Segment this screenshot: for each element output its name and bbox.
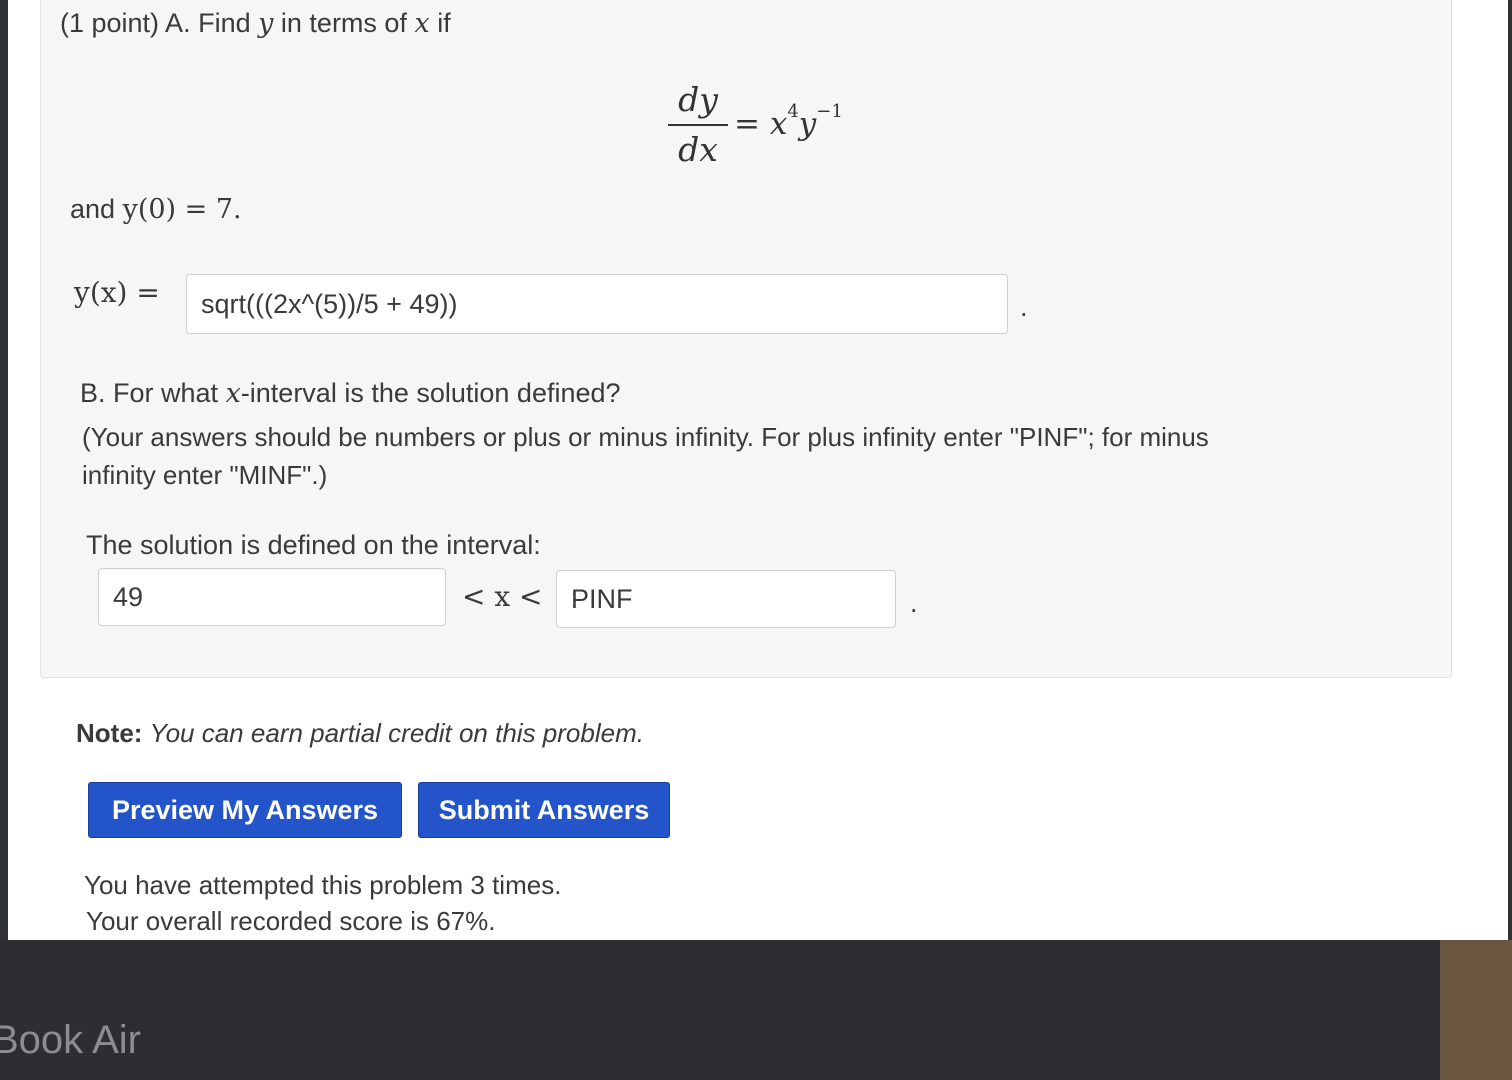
interval-label: The solution is defined on the interval: (86, 530, 541, 560)
preview-answers-button[interactable]: Preview My Answers (88, 782, 402, 838)
instructions-line2: infinity enter "MINF".) (82, 460, 328, 490)
note-label: Note: (76, 718, 143, 748)
question-suffix: -interval is the solution defined? (240, 378, 621, 408)
equals-sign: = (734, 106, 760, 142)
initial-condition: and y(0) = 7. (70, 194, 242, 225)
laptop-brand-label: Book Air (0, 1018, 141, 1062)
intro-prefix: (1 point) A. Find (60, 8, 251, 38)
initial-condition-value: y(0) = 7. (122, 194, 242, 225)
intro-mid: in terms of (280, 8, 407, 38)
score-status: Your overall recorded score is 67%. (86, 906, 496, 936)
rhs-y: y (798, 106, 817, 142)
fraction-denominator: dx (678, 130, 718, 169)
attempts-status: You have attempted this problem 3 times. (84, 870, 562, 900)
part-a-intro: (1 point) A. Find y in terms of x if (60, 8, 451, 39)
fraction-bar (668, 124, 728, 126)
intro-suffix: if (437, 8, 451, 38)
part-b-question: B. For what x-interval is the solution d… (80, 378, 621, 409)
browser-viewport: (1 point) A. Find y in terms of x if dy … (8, 0, 1508, 940)
equation-rhs: = x4y−1 (734, 101, 843, 142)
partial-credit-note: Note: You can earn partial credit on thi… (76, 718, 644, 749)
fraction-numerator: dy (678, 80, 718, 119)
rhs-y-exponent: −1 (816, 100, 843, 122)
interval-trailing-period: . (910, 588, 918, 618)
interval-lower-input[interactable]: 49 (98, 568, 446, 626)
intro-var-y: y (258, 8, 274, 39)
question-prefix: B. For what (80, 378, 219, 408)
desk-surface (1440, 940, 1512, 1080)
inequality: < x < (462, 580, 543, 613)
answer-label: y(x) = (74, 276, 160, 309)
question-var-x: x (225, 378, 241, 409)
derivative-fraction: dy dx (668, 80, 728, 170)
submit-answers-button[interactable]: Submit Answers (418, 782, 670, 838)
rhs-x-exponent: 4 (787, 100, 799, 122)
laptop-bezel (0, 940, 1440, 1080)
rhs-x: x (769, 106, 788, 142)
intro-var-x: x (414, 8, 430, 39)
answer-trailing-period: . (1020, 292, 1028, 322)
initial-condition-prefix: and (70, 194, 116, 224)
y-of-x-input[interactable]: sqrt(((2x^(5))/5 + 49)) (186, 274, 1008, 334)
instructions-line1: (Your answers should be numbers or plus … (82, 422, 1209, 452)
interval-upper-input[interactable]: PINF (556, 570, 896, 628)
note-text: You can earn partial credit on this prob… (149, 718, 644, 748)
